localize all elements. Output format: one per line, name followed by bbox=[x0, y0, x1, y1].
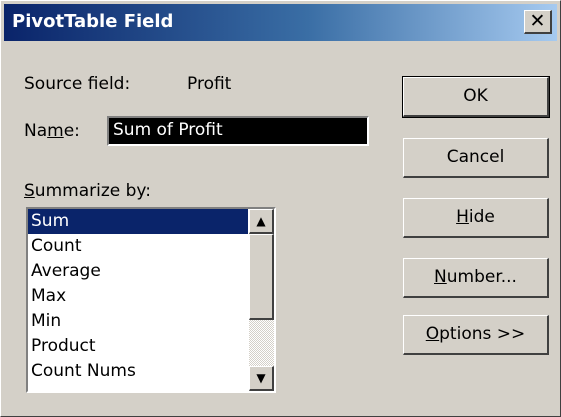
options-button[interactable]: Options >> bbox=[403, 315, 549, 355]
summarize-by-label: Summarize by: bbox=[24, 181, 151, 201]
window-title: PivotTable Field bbox=[12, 11, 174, 32]
hide-button[interactable]: Hide bbox=[403, 198, 549, 238]
scroll-thumb[interactable] bbox=[249, 234, 274, 320]
ok-button[interactable]: OK bbox=[402, 76, 550, 118]
close-icon: ✕ bbox=[529, 10, 546, 32]
source-field-value: Profit bbox=[187, 74, 232, 94]
listbox-scrollbar[interactable]: ▲ ▼ bbox=[249, 209, 274, 391]
list-item[interactable]: Average bbox=[28, 259, 248, 284]
name-input[interactable]: Sum of Profit bbox=[107, 116, 369, 146]
up-arrow-icon: ▲ bbox=[256, 214, 266, 228]
list-item[interactable]: Sum bbox=[28, 209, 248, 234]
list-item[interactable]: Count bbox=[28, 234, 248, 259]
source-field-label: Source field: bbox=[24, 74, 131, 94]
scroll-down-button[interactable]: ▼ bbox=[249, 366, 274, 391]
list-item[interactable]: Count Nums bbox=[28, 359, 248, 384]
list-item[interactable]: Max bbox=[28, 284, 248, 309]
name-label: Name: bbox=[24, 121, 80, 141]
pivottable-field-dialog: PivotTable Field ✕ Source field: Profit … bbox=[0, 0, 561, 417]
list-item[interactable]: Product bbox=[28, 334, 248, 359]
summarize-by-listbox[interactable]: Sum Count Average Max Min Product Count Nums ▲… bbox=[26, 207, 276, 393]
name-input-value: Sum of Profit bbox=[113, 120, 223, 140]
scroll-up-button[interactable]: ▲ bbox=[249, 209, 274, 234]
list-item[interactable]: Min bbox=[28, 309, 248, 334]
title-bar[interactable]: PivotTable Field ✕ bbox=[4, 4, 557, 41]
down-arrow-icon: ▼ bbox=[256, 371, 266, 385]
number-button[interactable]: Number... bbox=[403, 258, 549, 298]
close-button[interactable]: ✕ bbox=[524, 10, 552, 34]
cancel-button[interactable]: Cancel bbox=[403, 138, 549, 178]
function-list: Sum Count Average Max Min Product Count Nums bbox=[28, 209, 248, 384]
